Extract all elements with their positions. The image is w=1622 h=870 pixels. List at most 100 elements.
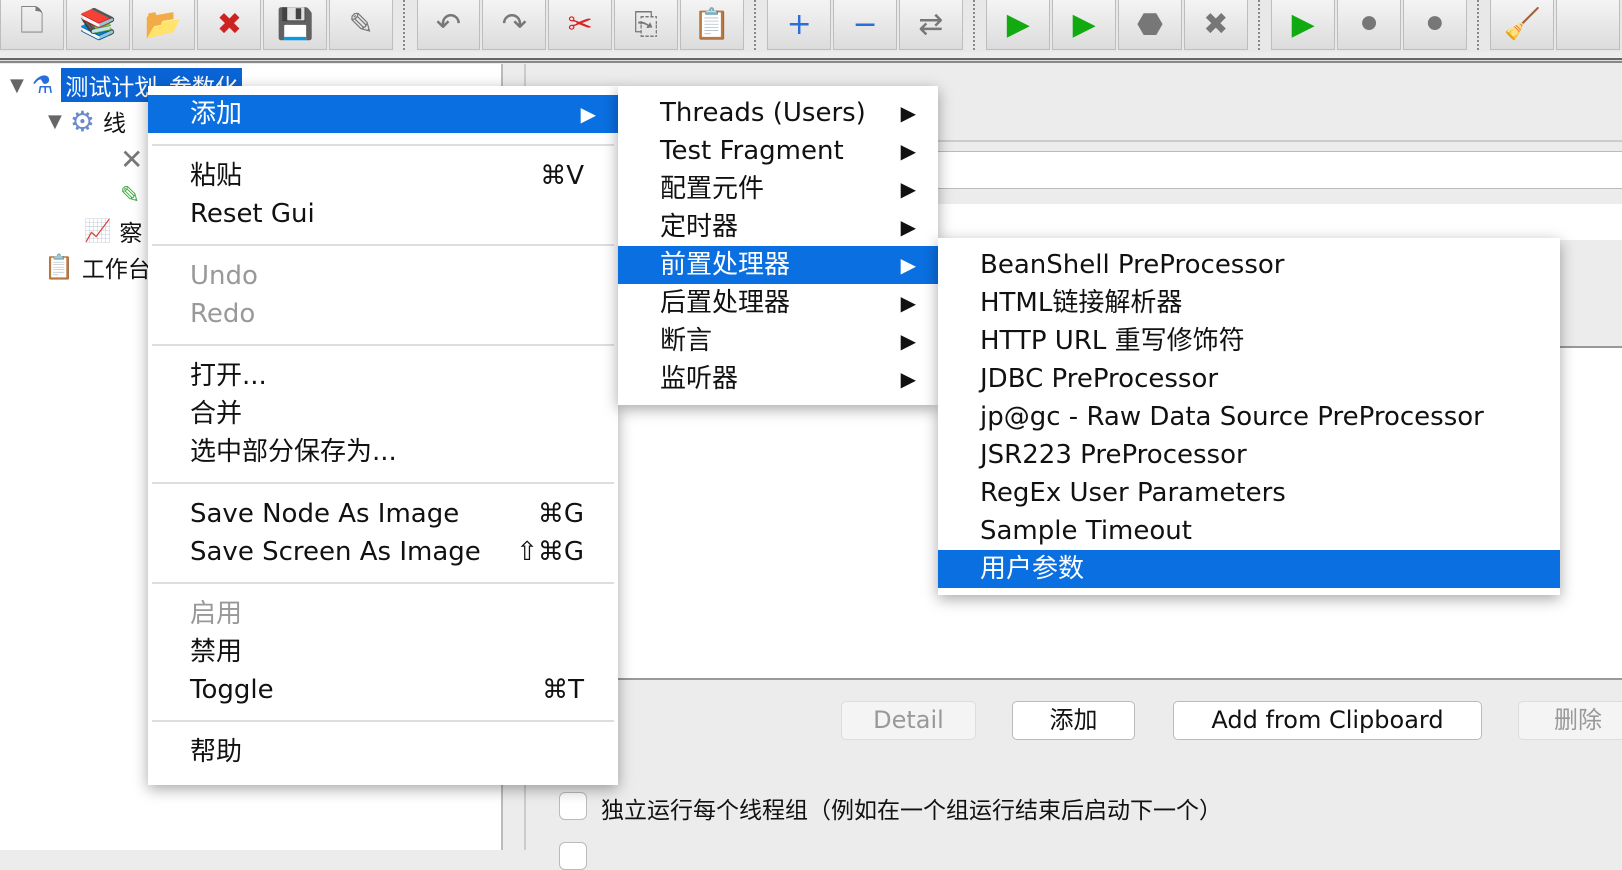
templates-icon: 📚 [79, 7, 117, 42]
checkbox-label: 独立运行每个线程组（例如在一个组运行结束后启动下一个） [601, 798, 1222, 824]
expand-arrow-icon[interactable]: ▼ [10, 75, 24, 96]
menu-item-item[interactable]: 合并 [148, 395, 618, 433]
menu-item-item[interactable]: 监听器 ▶ [618, 360, 938, 398]
tree-node-sampler[interactable]: ✕ [120, 142, 143, 176]
tree-node-label: 察 [119, 221, 143, 247]
menu-item-label: JDBC PreProcessor [980, 364, 1219, 394]
menu-item-label: RegEx User Parameters [980, 478, 1286, 508]
detail-button[interactable]: Detail [841, 701, 976, 740]
shortcut-label: ⌘G [537, 499, 584, 529]
menu-item-label: Undo [190, 261, 258, 291]
expand-button[interactable]: + [767, 0, 832, 50]
tools-icon: ✕ [120, 142, 144, 176]
toolbar: 🗋 📚 📂 ✖ 💾 ✎ ↶ ↷ ✂ ⎘ 📋 + − ⇄ ▶ ▶ ⬣ ✖ ▶ ⚫ ⚫ 🧹 [0, 0, 1622, 52]
open-button[interactable]: 📂 [131, 0, 196, 50]
clear-all-button[interactable] [1556, 0, 1621, 50]
submenu-arrow-icon: ▶ [900, 215, 916, 239]
new-button[interactable]: 🗋 [0, 0, 64, 50]
menu-item-label: Reset Gui [190, 199, 315, 229]
menu-item-jp-gc-raw-data-source-preprocessor[interactable]: jp@gc - Raw Data Source PreProcessor [938, 398, 1560, 436]
menu-item-item[interactable]: 启用 [148, 595, 618, 633]
expand-arrow-icon[interactable]: ▼ [48, 111, 62, 132]
add-button[interactable]: 添加 [1012, 701, 1135, 740]
templates-button[interactable]: 📚 [65, 0, 130, 50]
shutdown-icon: ✖ [1203, 7, 1229, 42]
tree-node-thread-group[interactable]: ▼ ⚙ 线 [48, 104, 126, 138]
submenu-arrow-icon: ▶ [900, 329, 916, 353]
start-no-pause-button[interactable]: ▶ [1052, 0, 1117, 50]
menu-item-label: 选中部分保存为... [190, 437, 397, 467]
menu-item-toggle[interactable]: Toggle ⌘T [148, 671, 618, 709]
copy-button[interactable]: ⎘ [614, 0, 678, 50]
menu-item-item[interactable]: 粘贴 ⌘V [148, 157, 618, 195]
menu-separator [152, 344, 614, 346]
remote-start-button[interactable]: ▶ [1271, 0, 1336, 50]
save-button[interactable]: 💾 [263, 0, 328, 50]
menu-item-label: Save Screen As Image [190, 537, 481, 567]
collapse-button[interactable]: − [833, 0, 897, 50]
menu-item-item[interactable]: 选中部分保存为... [148, 433, 618, 471]
menu-item-save-node-as-image[interactable]: Save Node As Image ⌘G [148, 495, 618, 533]
menu-item-undo[interactable]: Undo [148, 257, 618, 295]
clear-button[interactable]: 🧹 [1490, 0, 1555, 50]
remote-shutdown-button[interactable]: ⚫ [1402, 0, 1467, 50]
save-as-button[interactable]: ✎ [329, 0, 393, 50]
save-as-icon: ✎ [348, 7, 374, 42]
menu-item-item[interactable]: 配置元件 ▶ [618, 170, 938, 208]
menu-item-redo[interactable]: Redo [148, 295, 618, 333]
menu-item-item[interactable]: 禁用 [148, 633, 618, 671]
shutdown-button[interactable]: ✖ [1183, 0, 1248, 50]
menu-item-label: 用户参数 [980, 554, 1085, 584]
menu-item-item[interactable]: 后置处理器 ▶ [618, 284, 938, 322]
toggle-icon: ⇄ [918, 7, 944, 42]
toolbar-divider [0, 58, 1622, 63]
menu-item-item[interactable]: 帮助 [148, 733, 618, 771]
menu-item-jsr223-preprocessor[interactable]: JSR223 PreProcessor [938, 436, 1560, 474]
menu-item-test-fragment[interactable]: Test Fragment ▶ [618, 132, 938, 170]
paste-icon: 📋 [693, 7, 731, 42]
start-button[interactable]: ▶ [986, 0, 1051, 50]
menu-item-item[interactable]: 定时器 ▶ [618, 208, 938, 246]
clipboard-icon: 📋 [44, 253, 74, 281]
shortcut-label: ⌘V [540, 161, 584, 191]
menu-item-html[interactable]: HTML链接解析器 [938, 284, 1560, 322]
remote-stop-button[interactable]: ⚫ [1337, 0, 1401, 50]
menu-item-jdbc-preprocessor[interactable]: JDBC PreProcessor [938, 360, 1560, 398]
menu-item-threads-users[interactable]: Threads (Users) ▶ [618, 94, 938, 132]
undo-icon: ↶ [435, 7, 462, 42]
menu-item-reset-gui[interactable]: Reset Gui [148, 195, 618, 233]
tree-node-listener[interactable]: 📈 察 [84, 214, 142, 248]
shortcut-label: ⇧⌘G [516, 537, 584, 567]
menu-item-item[interactable]: 用户参数 [938, 550, 1560, 588]
paste-button[interactable]: 📋 [679, 0, 744, 50]
tree-node-preprocessor[interactable]: ✎ [120, 178, 140, 212]
redo-button[interactable]: ↷ [482, 0, 547, 50]
undo-button[interactable]: ↶ [416, 0, 481, 50]
menu-item-label: Sample Timeout [980, 516, 1192, 546]
delete-button[interactable]: 删除 [1518, 701, 1622, 740]
menu-item-sample-timeout[interactable]: Sample Timeout [938, 512, 1560, 550]
menu-item-item[interactable]: 断言 ▶ [618, 322, 938, 360]
menu-item-item[interactable]: 添加 ▶ [148, 95, 618, 133]
menu-item-http-url[interactable]: HTTP URL 重写修饰符 [938, 322, 1560, 360]
second-checkbox[interactable] [559, 842, 587, 870]
remote-start-icon: ▶ [1291, 7, 1315, 42]
tree-node-workbench[interactable]: 📋 工作台 [44, 250, 151, 284]
add-from-clipboard-button[interactable]: Add from Clipboard [1173, 701, 1482, 740]
stop-button[interactable]: ⬣ [1118, 0, 1182, 50]
menu-item-label: Threads (Users) [660, 98, 866, 128]
run-thread-groups-consecutively-checkbox[interactable] [559, 792, 587, 820]
menu-item-beanshell-preprocessor[interactable]: BeanShell PreProcessor [938, 246, 1560, 284]
menu-item-regex-user-parameters[interactable]: RegEx User Parameters [938, 474, 1560, 512]
menu-item-save-screen-as-image[interactable]: Save Screen As Image ⇧⌘G [148, 533, 618, 571]
tree-node-label: 线 [102, 111, 126, 137]
gear-icon: ⚙ [69, 104, 95, 138]
close-button[interactable]: ✖ [197, 0, 262, 50]
menu-item-item[interactable]: 打开... [148, 357, 618, 395]
menu-item-item[interactable]: 前置处理器 ▶ [618, 246, 938, 284]
menu-item-label: Test Fragment [660, 136, 844, 166]
cut-button[interactable]: ✂ [548, 0, 613, 50]
menu-item-label: 禁用 [190, 637, 243, 667]
menu-item-label: Toggle [190, 675, 274, 705]
toggle-button[interactable]: ⇄ [898, 0, 963, 50]
